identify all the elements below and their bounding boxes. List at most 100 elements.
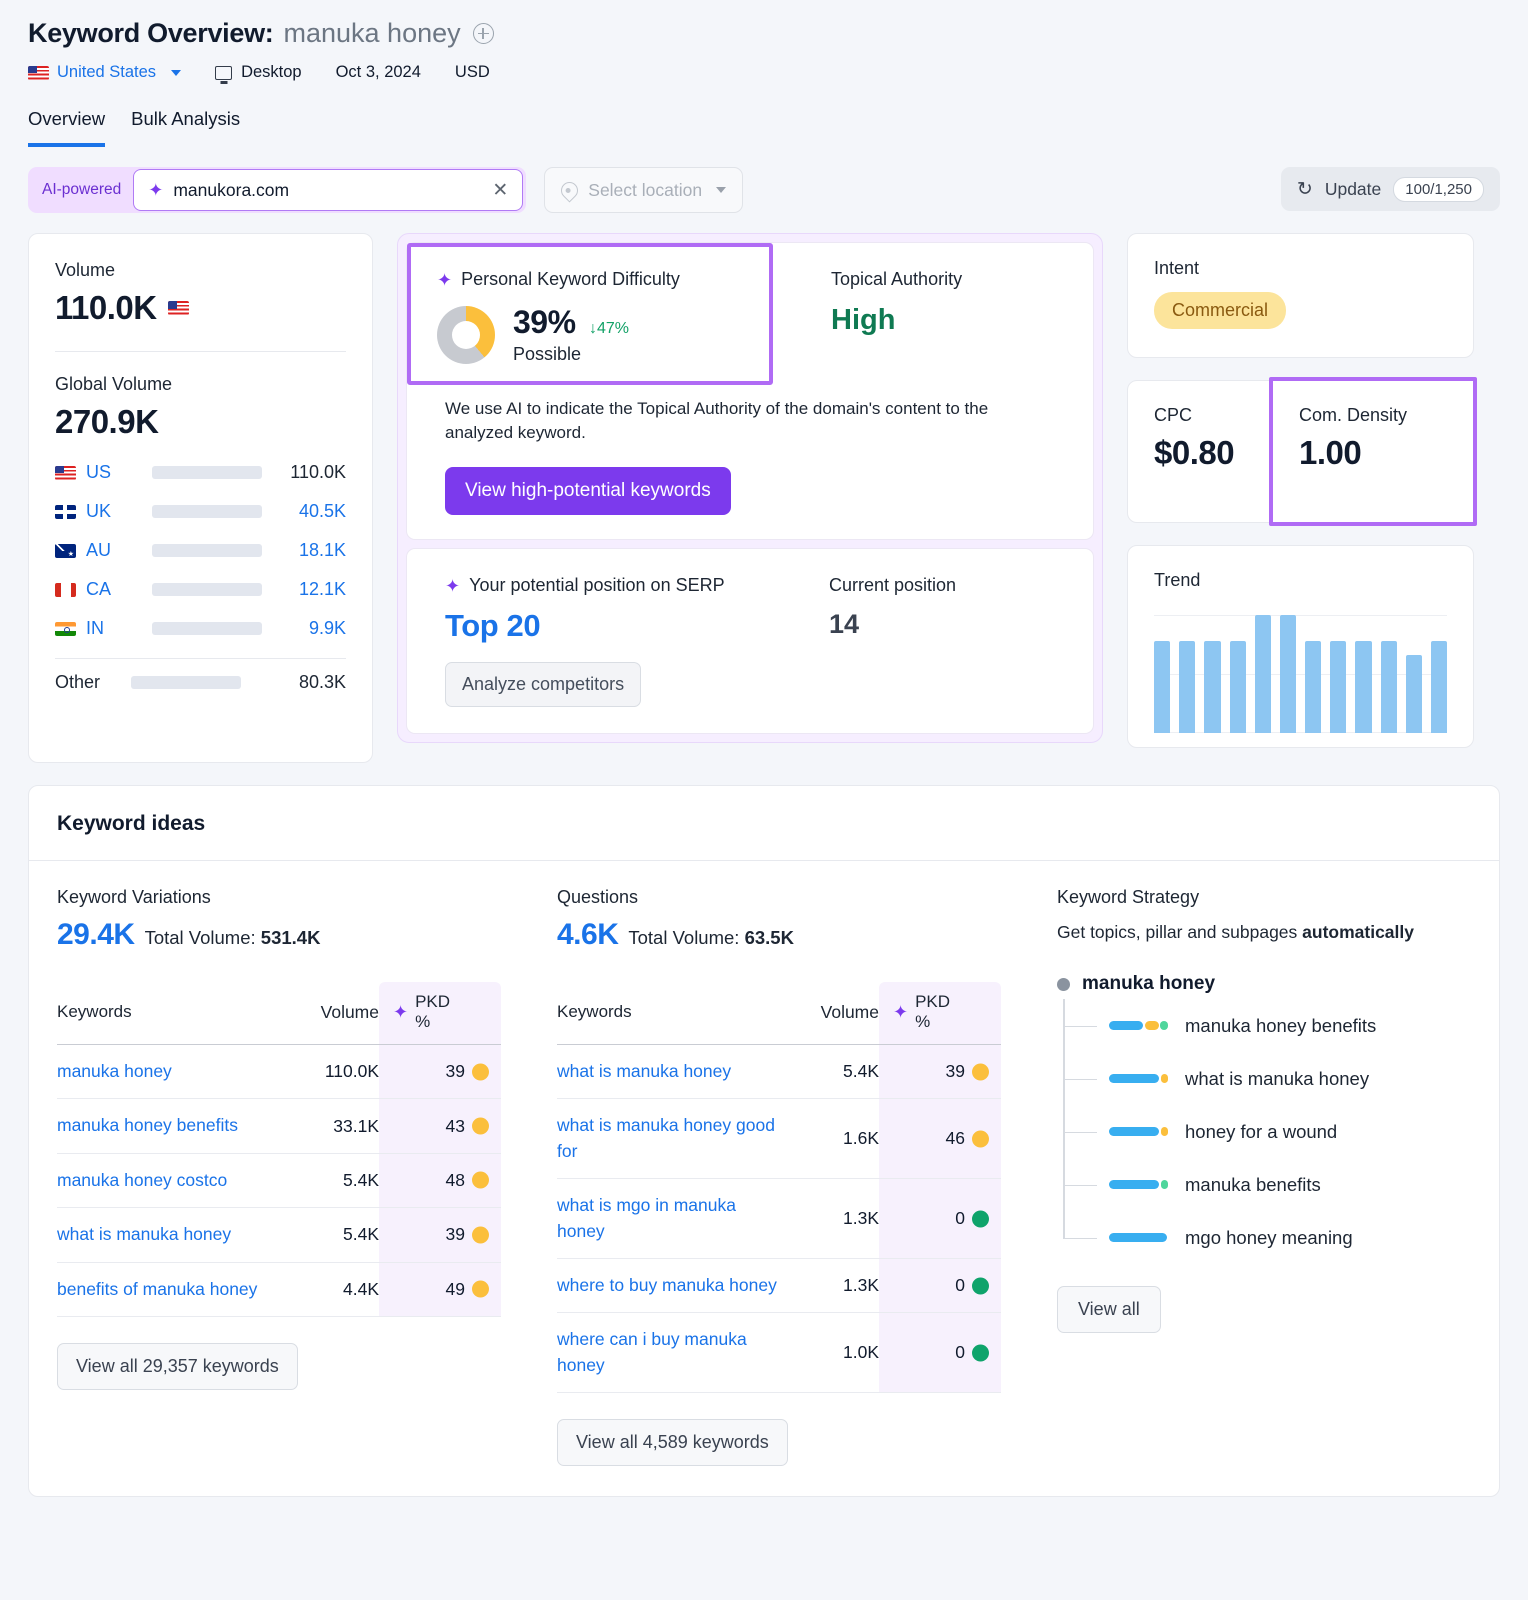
table-row: benefits of manuka honey 4.4K 49 <box>57 1262 501 1317</box>
country-code[interactable]: AU <box>86 540 152 561</box>
trend-bar <box>1355 640 1372 733</box>
pkd-cell: 0 <box>879 1258 1001 1313</box>
topic-strength-bar <box>1109 1127 1171 1136</box>
tab-bulk-analysis[interactable]: Bulk Analysis <box>131 108 240 147</box>
device-selector[interactable]: Desktop <box>215 63 302 82</box>
close-icon[interactable]: ✕ <box>492 181 508 200</box>
tree-item[interactable]: what is manuka honey <box>1063 1052 1471 1105</box>
tree-children: manuka honey benefits what is manuka hone… <box>1063 999 1471 1264</box>
pkd-note: We use AI to indicate the Topical Author… <box>445 399 989 443</box>
ai-domain-group: AI-powered ✦ ✕ <box>28 167 527 213</box>
update-quota-badge: 100/1,250 <box>1393 176 1484 202</box>
view-all-strategy-button[interactable]: View all <box>1057 1286 1161 1333</box>
view-all-questions-button[interactable]: View all 4,589 keywords <box>557 1419 788 1466</box>
total-volume-label: Total Volume: <box>628 927 740 948</box>
country-selector[interactable]: United States <box>28 63 182 82</box>
chevron-down-icon <box>716 187 727 193</box>
potential-position-block: ✦ Your potential position on SERP Top 20… <box>445 575 829 708</box>
keyword-link[interactable]: where to buy manuka honey <box>557 1273 777 1298</box>
page-title: Keyword Overview: manuka honey <box>28 18 1500 49</box>
keyword-link[interactable]: what is manuka honey good for <box>557 1113 777 1164</box>
country-code[interactable]: CA <box>86 579 152 600</box>
tree-connector <box>1063 1131 1097 1134</box>
domain-input[interactable] <box>173 179 483 201</box>
volume-label: Volume <box>55 260 116 280</box>
cpc-density-card: CPC $0.80 Com. Density 1.00 <box>1127 377 1477 526</box>
country-row-other: Other 80.3K <box>55 663 346 702</box>
topical-authority-block: Topical Authority High <box>773 243 962 385</box>
country-code[interactable]: UK <box>86 501 152 522</box>
current-position-value: 14 <box>829 609 860 640</box>
filter-toolbar: AI-powered ✦ ✕ Select location ↻ Update … <box>0 147 1528 213</box>
device-label: Desktop <box>241 63 302 81</box>
trend-bar <box>1330 640 1347 733</box>
keyword-link[interactable]: benefits of manuka honey <box>57 1277 257 1302</box>
strategy-note-plain: Get topics, pillar and subpages <box>1057 922 1303 942</box>
topic-segment <box>1109 1233 1167 1242</box>
current-position-block: Current position 14 <box>829 575 956 707</box>
keyword-link[interactable]: manuka honey <box>57 1059 172 1084</box>
pkd-donut-row: 39% ↓47% Possible <box>437 304 743 365</box>
total-volume-value: 531.4K <box>260 927 321 948</box>
country-volume: 12.1K <box>298 579 346 599</box>
location-selector[interactable]: Select location <box>544 167 744 213</box>
trend-bar <box>1229 640 1246 733</box>
keyword-link[interactable]: manuka honey benefits <box>57 1113 238 1138</box>
keyword-link[interactable]: where can i buy manuka honey <box>557 1327 777 1378</box>
country-code[interactable]: US <box>86 462 152 483</box>
tree-item[interactable]: manuka honey benefits <box>1063 999 1471 1052</box>
pkd-status-dot-icon <box>472 1280 489 1298</box>
domain-input-wrapper[interactable]: ✦ ✕ <box>133 169 524 211</box>
currency-label: USD <box>454 63 490 81</box>
potential-position-value: Top 20 <box>445 608 541 644</box>
ai-sparkle-icon: ✦ <box>437 269 453 290</box>
view-high-potential-keywords-button[interactable]: View high-potential keywords <box>445 467 731 516</box>
keyword-cell: manuka honey benefits <box>57 1099 283 1153</box>
tree-connector <box>1063 1184 1097 1187</box>
topic-segment <box>1109 1127 1159 1136</box>
keyword-cell: what is mgo in manuka honey <box>557 1179 783 1259</box>
country-volume: 9.9K <box>308 618 346 638</box>
keyword-variations-table: Keywords Volume ✦ PKD % manuka honey 110.0… <box>57 982 501 1317</box>
keyword-cell: manuka honey <box>57 1045 283 1099</box>
keyword-link[interactable]: what is manuka honey <box>57 1222 231 1247</box>
country-code[interactable]: IN <box>86 618 152 639</box>
topic-strength-bar <box>1109 1074 1171 1083</box>
view-all-variations-button[interactable]: View all 29,357 keywords <box>57 1342 298 1390</box>
keyword-link[interactable]: what is manuka honey <box>557 1059 731 1084</box>
tab-overview[interactable]: Overview <box>28 108 106 147</box>
keyword-link[interactable]: what is mgo in manuka honey <box>557 1193 777 1244</box>
col-pkd-label: PKD % <box>915 992 951 1031</box>
pkd-donut-chart <box>437 305 495 364</box>
analyze-competitors-button[interactable]: Analyze competitors <box>445 662 642 708</box>
col-volume: Volume <box>320 1001 379 1022</box>
topic-segment <box>1109 1180 1159 1189</box>
tree-item[interactable]: honey for a wound <box>1063 1105 1471 1158</box>
keyword-overview-page: Keyword Overview: manuka honey United St… <box>0 0 1528 1600</box>
topic-segment <box>1144 1021 1159 1030</box>
tree-item[interactable]: manuka benefits <box>1063 1158 1471 1211</box>
table-header-row: Keywords Volume ✦ PKD % <box>557 982 1001 1045</box>
volume-cell: 110.0K <box>324 1061 379 1082</box>
chevron-down-icon <box>171 69 182 76</box>
keyword-cell: what is manuka honey <box>57 1208 283 1262</box>
keyword-link[interactable]: manuka honey costco <box>57 1168 227 1193</box>
trend-bar <box>1380 640 1397 733</box>
keyword-ideas-columns: Keyword Variations 29.4K Total Volume: 5… <box>29 861 1499 1496</box>
update-button[interactable]: ↻ Update 100/1,250 <box>1280 167 1500 211</box>
ca-flag-icon <box>55 582 76 597</box>
trend-bar <box>1279 615 1297 733</box>
volume-value-row: 110.0K <box>55 289 346 327</box>
ai-sparkle-icon: ✦ <box>445 575 461 596</box>
tree-item[interactable]: mgo honey meaning <box>1063 1211 1471 1264</box>
com-density-label: Com. Density <box>1299 405 1408 425</box>
add-keyword-icon[interactable] <box>472 23 494 44</box>
total-volume-label: Total Volume: <box>144 927 256 948</box>
keyword-cell: what is manuka honey <box>557 1045 783 1099</box>
ai-powered-label: AI-powered <box>42 181 122 198</box>
other-value: 80.3K <box>298 672 346 692</box>
serp-position-card: ✦ Your potential position on SERP Top 20… <box>406 548 1094 735</box>
refresh-icon: ↻ <box>1296 178 1313 200</box>
table-row: manuka honey benefits 33.1K 43 <box>57 1098 501 1154</box>
in-flag-icon <box>55 621 76 636</box>
